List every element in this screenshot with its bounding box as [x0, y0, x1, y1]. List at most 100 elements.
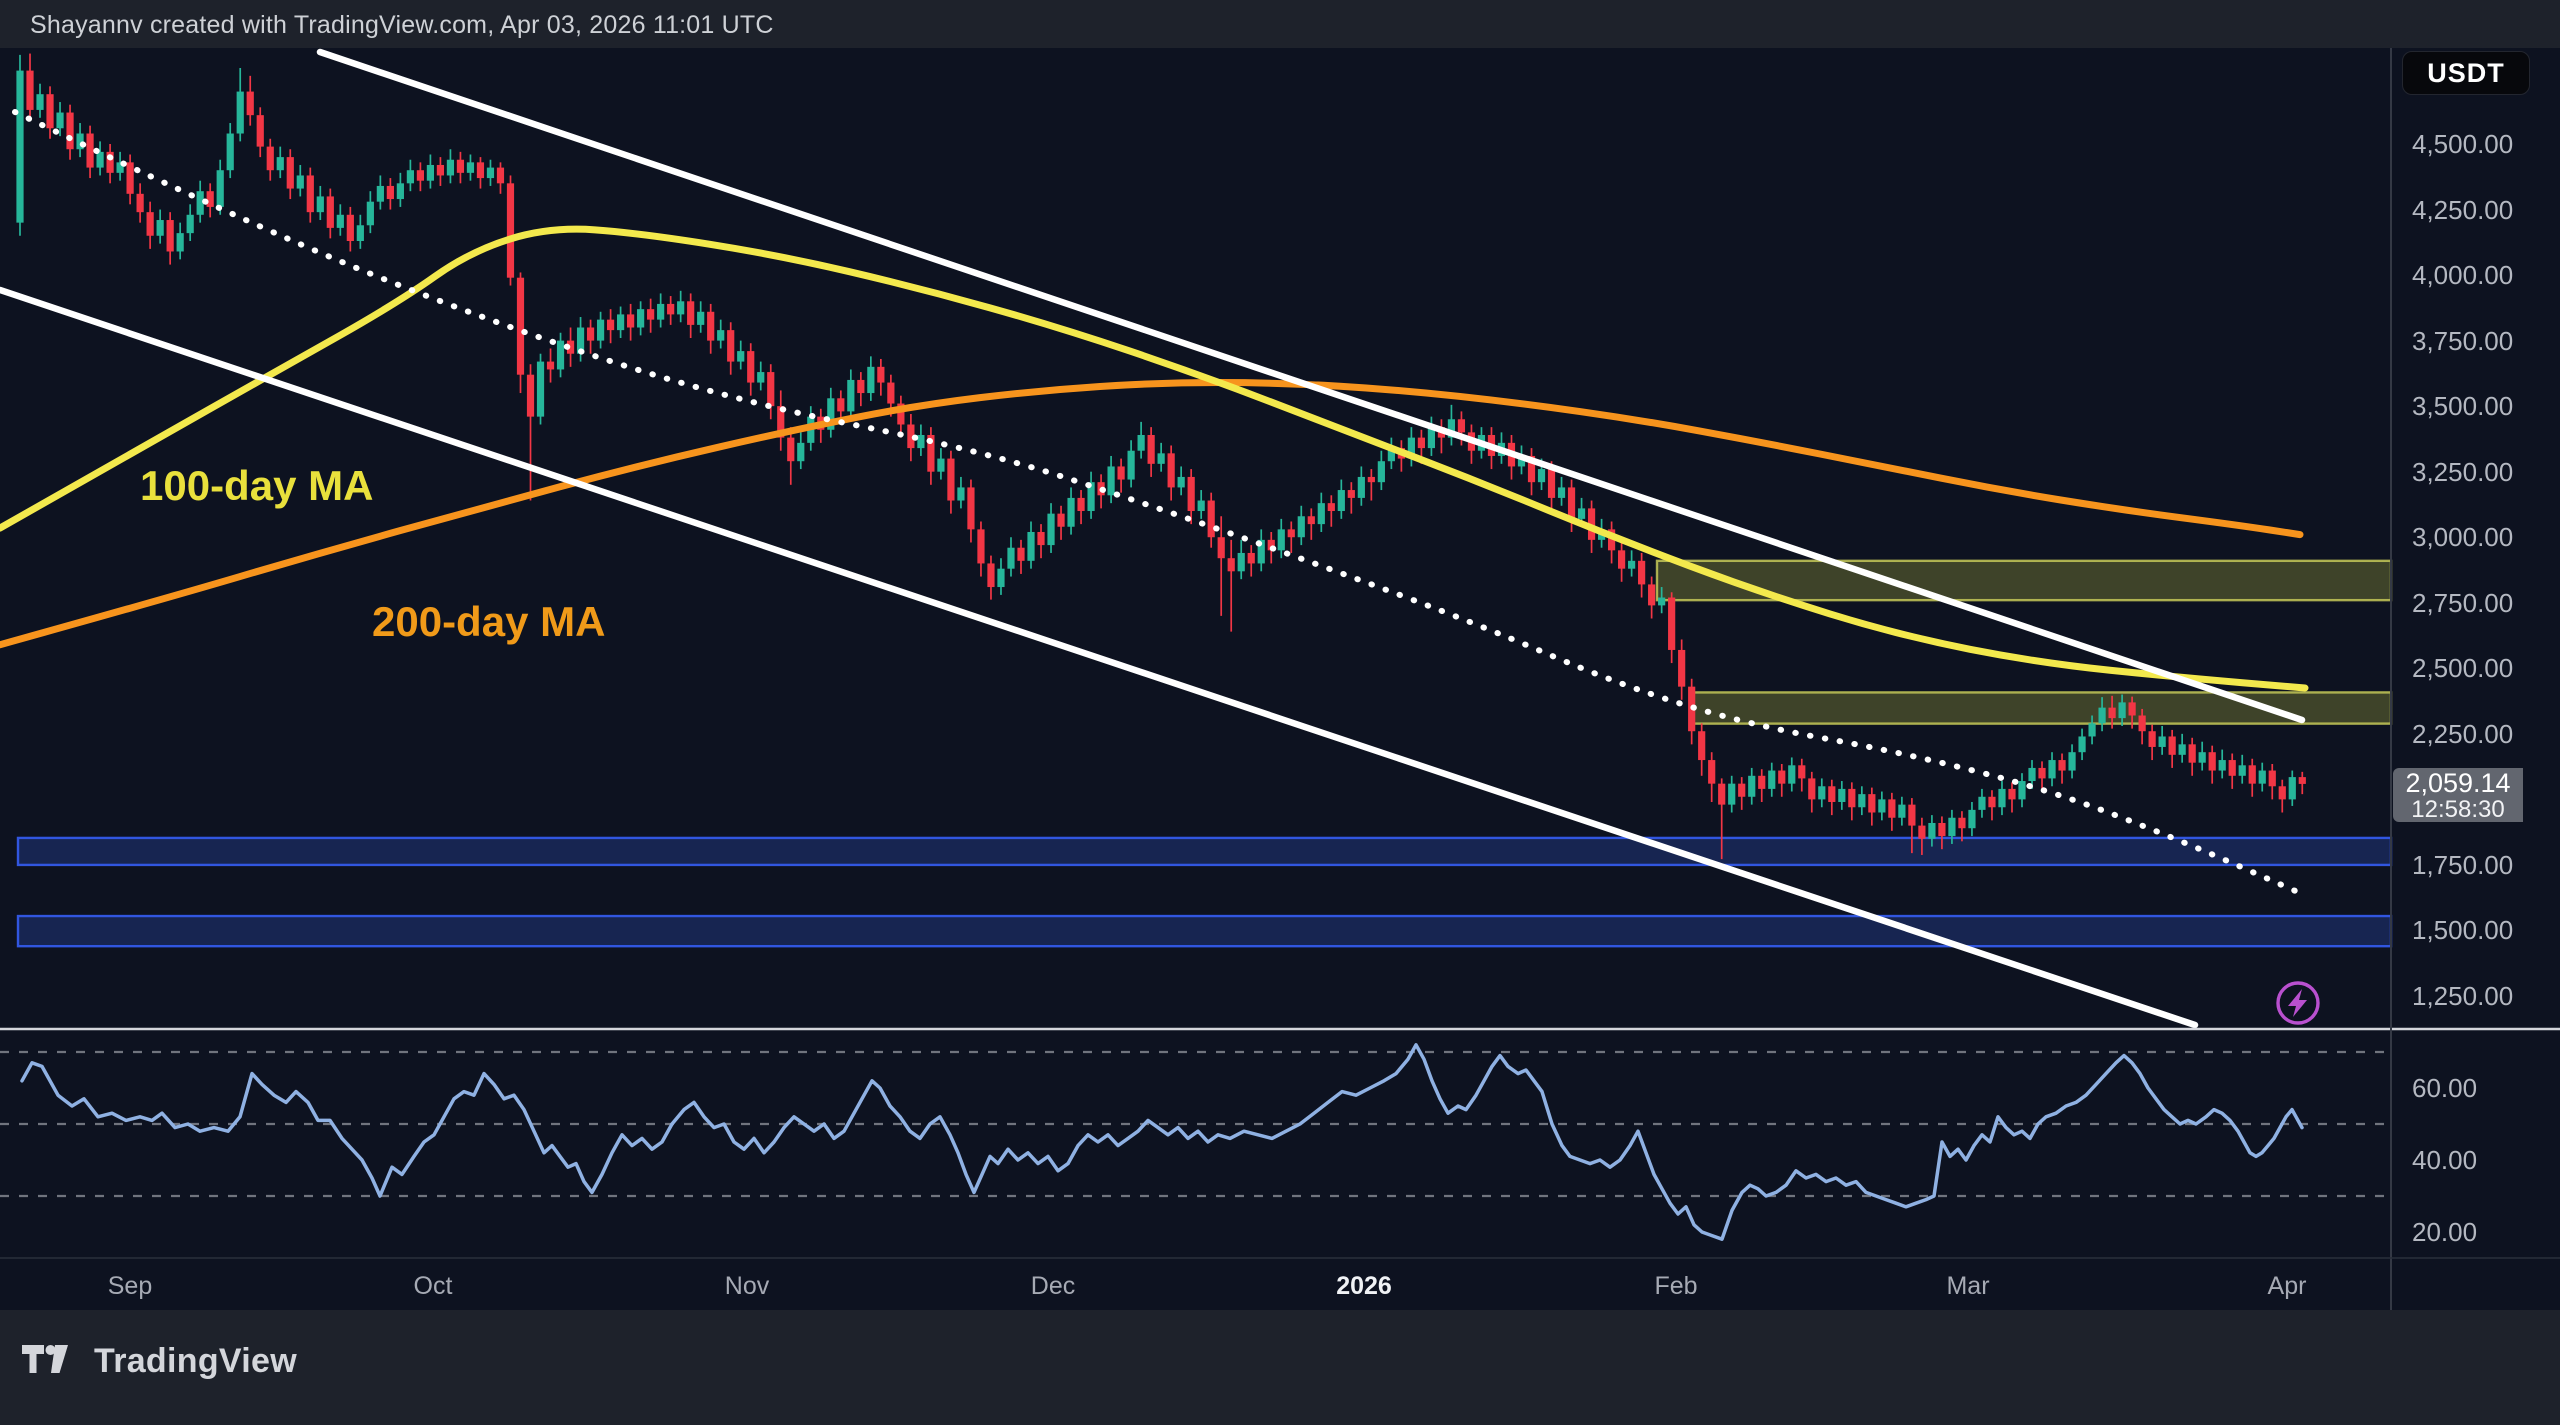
- candle-body: [2159, 736, 2166, 746]
- candle-body: [2289, 777, 2296, 799]
- price-axis-label: 4,500.00: [2412, 131, 2552, 157]
- candle-body: [297, 175, 304, 188]
- candle-body: [347, 215, 354, 241]
- candle-body: [717, 330, 724, 340]
- price-axis-label: 1,500.00: [2412, 917, 2552, 943]
- candle-body: [1568, 487, 1575, 518]
- price-axis-label: 3,250.00: [2412, 459, 2552, 485]
- candle-body: [36, 94, 43, 110]
- candle-body: [257, 115, 264, 146]
- candle-body: [2239, 765, 2246, 775]
- candle-body: [1188, 477, 1195, 511]
- candle-body: [747, 351, 754, 382]
- candle-body: [317, 196, 324, 212]
- candle-body: [497, 168, 504, 184]
- candle-body: [2028, 768, 2035, 781]
- candle-body: [277, 157, 284, 170]
- price-axis-label: 1,250.00: [2412, 983, 2552, 1009]
- candle-body: [96, 152, 103, 168]
- price-axis-label: 3,000.00: [2412, 524, 2552, 550]
- candle-body: [737, 351, 744, 361]
- time-axis-label: Mar: [1946, 1272, 1989, 1301]
- candle-body: [26, 71, 33, 110]
- candle-body: [1908, 805, 1915, 826]
- candle-body: [687, 301, 694, 325]
- candle-body: [307, 175, 314, 212]
- candle-body: [1668, 598, 1675, 650]
- candle-body: [607, 320, 614, 330]
- candle-body: [1738, 784, 1745, 797]
- candle-body: [1047, 514, 1054, 545]
- candle-body: [1017, 548, 1024, 561]
- quote-currency-badge: USDT: [2402, 51, 2530, 95]
- candle-body: [2189, 744, 2196, 762]
- candle-body: [937, 459, 944, 472]
- candle-body: [1538, 469, 1545, 482]
- candle-body: [987, 563, 994, 587]
- candle-body: [1558, 487, 1565, 497]
- candle-body: [797, 443, 804, 461]
- candle-body: [177, 233, 184, 251]
- candle-body: [1107, 466, 1114, 495]
- candle-body: [2249, 765, 2256, 783]
- candle-body: [1378, 461, 1385, 482]
- candle-body: [46, 94, 53, 128]
- ma200-label: 200-day MA: [372, 598, 605, 646]
- candle-body: [1218, 537, 1225, 558]
- candle-body: [787, 438, 794, 462]
- candle-body: [1628, 561, 1635, 569]
- candle-body: [2098, 708, 2105, 724]
- candle-body: [2008, 789, 2015, 799]
- candle-body: [547, 362, 554, 370]
- candle-body: [2259, 771, 2266, 784]
- candle-body: [56, 113, 63, 129]
- candle-body: [207, 191, 214, 207]
- chart-canvas[interactable]: [0, 0, 2560, 1425]
- candle-body: [1808, 778, 1815, 799]
- last-price-badge: 2,059.14 12:58:30: [2393, 768, 2523, 822]
- candle-body: [657, 304, 664, 320]
- candle-body: [1328, 503, 1335, 511]
- candle-body: [1198, 501, 1205, 511]
- tradingview-logo-icon: [22, 1345, 80, 1379]
- candle-body: [2279, 786, 2286, 799]
- candle-body: [2269, 771, 2276, 787]
- candle-body: [1698, 731, 1705, 760]
- support-zone: [18, 916, 2391, 946]
- candle-body: [1958, 818, 1965, 828]
- rsi-line: [22, 1045, 2302, 1239]
- candle-body: [1158, 453, 1165, 463]
- candle-body: [217, 170, 224, 207]
- candle-body: [1718, 784, 1725, 805]
- candle-body: [507, 183, 514, 277]
- candle-body: [227, 134, 234, 171]
- candle-body: [1948, 818, 1955, 836]
- candle-body: [1758, 776, 1765, 789]
- candle-body: [527, 375, 534, 417]
- candle-body: [977, 529, 984, 563]
- price-axis-label: 4,000.00: [2412, 262, 2552, 288]
- candle-body: [2018, 781, 2025, 799]
- candle-body: [287, 157, 294, 188]
- tradingview-logo[interactable]: TradingView: [22, 1342, 297, 1381]
- rsi-axis-label: 60.00: [2412, 1075, 2552, 1101]
- candle-body: [1368, 477, 1375, 482]
- candle-body: [2078, 736, 2085, 752]
- support-zone: [18, 838, 2391, 865]
- candle-body: [1828, 786, 1835, 802]
- candle-body: [1238, 553, 1245, 571]
- candle-body: [1338, 490, 1345, 511]
- channel-upper-trendline: [320, 52, 2302, 720]
- candle-body: [1968, 810, 1975, 828]
- candle-body: [1928, 823, 1935, 839]
- candle-body: [1128, 451, 1135, 480]
- flash-icon[interactable]: [2278, 983, 2318, 1023]
- last-price-value: 2,059.14: [2393, 769, 2523, 798]
- candle-body: [1998, 789, 2005, 807]
- candle-body: [387, 186, 394, 199]
- candle-body: [727, 330, 734, 361]
- resistance-zone: [1690, 692, 2391, 723]
- candle-body: [1118, 466, 1125, 479]
- candle-body: [2169, 736, 2176, 754]
- candle-body: [367, 202, 374, 226]
